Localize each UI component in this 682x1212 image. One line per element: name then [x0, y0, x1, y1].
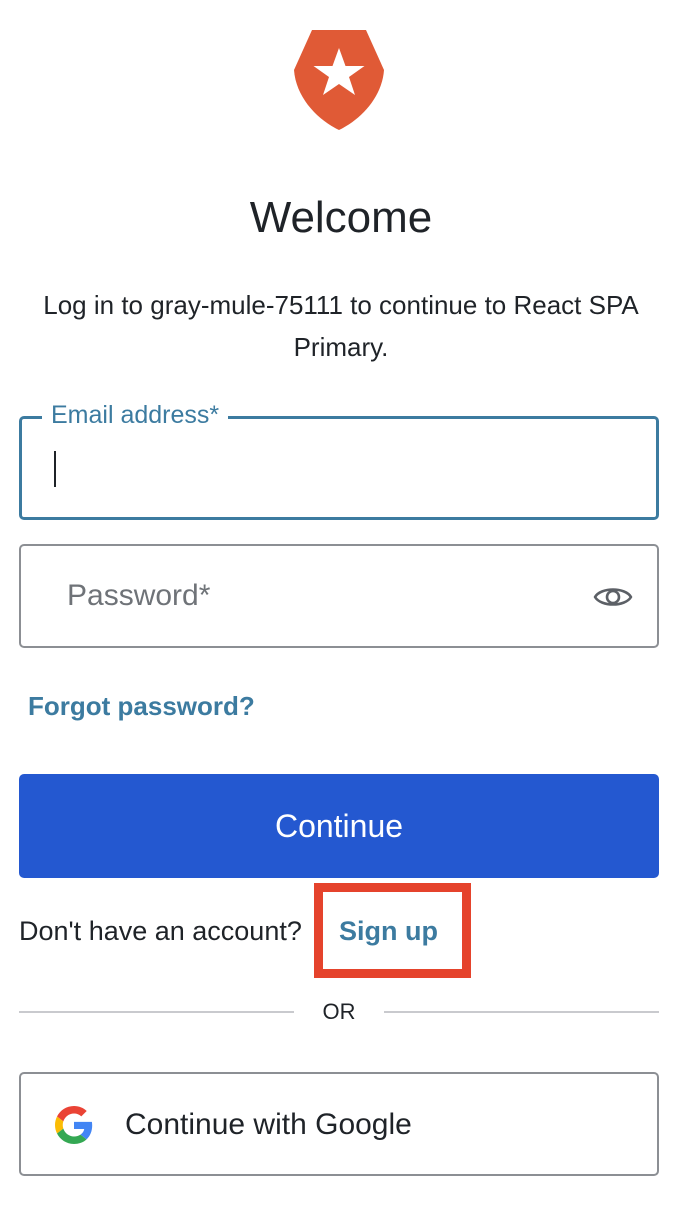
divider-or: OR [322, 999, 356, 1024]
divider-line-right [384, 1011, 659, 1013]
google-button-label: Continue with Google [125, 1108, 412, 1141]
google-g-icon [55, 1106, 93, 1144]
email-field[interactable]: Email address* [19, 397, 659, 520]
signup-link[interactable]: Sign up [339, 910, 438, 952]
forgot-password-link[interactable]: Forgot password? [28, 688, 255, 724]
password-field[interactable] [19, 544, 659, 648]
continue-with-google-button[interactable]: Continue with Google [19, 1072, 659, 1176]
password-input[interactable] [21, 546, 657, 646]
page-title: Welcome [249, 193, 433, 242]
page-subtitle: Log in to gray-mule-75111 to continue to… [43, 290, 639, 362]
text-cursor [54, 451, 56, 487]
signup-prompt: Don't have an account? [19, 916, 302, 946]
auth0-logo-icon [294, 30, 384, 130]
email-input[interactable] [22, 419, 656, 517]
eye-icon[interactable] [593, 582, 633, 612]
continue-button[interactable]: Continue [19, 774, 659, 878]
divider-line-left [19, 1011, 294, 1013]
